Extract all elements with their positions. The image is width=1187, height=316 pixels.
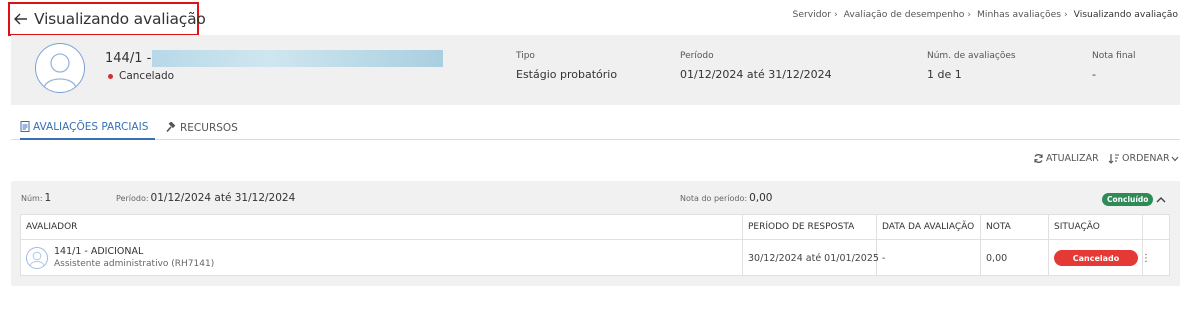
more-options-icon[interactable]: ⋮ <box>1141 254 1151 264</box>
tab-label: RECURSOS <box>180 121 238 134</box>
breadcrumb: Servidor › Avaliação de desempenho › Minha… <box>790 9 1180 20</box>
employee-status-label: Cancelado <box>119 70 175 82</box>
situacao-badge: Cancelado <box>1054 250 1138 266</box>
sort-button[interactable]: ORDENAR <box>1108 153 1181 164</box>
page-title: Visualizando avaliação <box>34 10 206 28</box>
breadcrumb-item-minhas-avaliacoes[interactable]: Minhas avaliações <box>977 9 1061 20</box>
eval-nota-label: Nota do período: <box>680 194 748 203</box>
periodo-value: 01/12/2024 até 31/12/2024 <box>680 68 832 81</box>
sort-icon <box>1108 154 1119 164</box>
breadcrumb-item-avaliacao-desempenho[interactable]: Avaliação de desempenho <box>844 9 965 20</box>
status-dot-icon <box>108 73 113 79</box>
evaluator-info: 141/1 - ADICIONAL Assistente administrat… <box>54 245 214 271</box>
cell-situacao: Cancelado <box>1049 240 1143 276</box>
num-avaliacoes-label: Núm. de avaliações <box>927 51 1016 61</box>
status-badge: Concluído <box>1102 193 1154 206</box>
column-header-avaliador[interactable]: AVALIADOR <box>21 215 743 239</box>
sort-label: ORDENAR <box>1122 153 1170 164</box>
nota-final-value: - <box>1092 68 1096 81</box>
page-title-highlight: Visualizando avaliação <box>8 2 206 36</box>
column-header-data-avaliacao[interactable]: DATA DA AVALIAÇÃO <box>877 215 981 239</box>
evaluator-role: Assistente administrativo (RH7141) <box>54 259 215 269</box>
tipo-label: Tipo <box>516 51 535 61</box>
refresh-icon <box>1034 154 1043 163</box>
cell-periodo-resposta: 30/12/2024 até 01/01/2025 <box>743 240 879 276</box>
employee-id: 144/1 - <box>105 51 152 66</box>
tab-recursos[interactable]: RECURSOS <box>166 115 238 140</box>
column-header-nota[interactable]: NOTA <box>981 215 1049 239</box>
cell-data-avaliacao: - <box>877 240 981 276</box>
gavel-icon <box>166 122 176 133</box>
breadcrumb-item-servidor[interactable]: Servidor <box>792 9 830 20</box>
eval-periodo: Período: 01/12/2024 até 31/12/2024 <box>116 192 295 204</box>
chevron-right-icon: › <box>967 9 972 20</box>
refresh-label: ATUALIZAR <box>1046 153 1099 164</box>
tabs: AVALIAÇÕES PARCIAIS RECURSOS <box>11 115 1180 140</box>
evaluator-name: 141/1 - ADICIONAL <box>54 246 144 257</box>
chevron-up-icon[interactable] <box>1154 193 1168 207</box>
refresh-button[interactable]: ATUALIZAR <box>1033 153 1099 164</box>
tab-label: AVALIAÇÕES PARCIAIS <box>33 120 149 133</box>
avatar <box>35 43 85 93</box>
eval-nota: Nota do período: 0,00 <box>680 192 772 204</box>
chevron-down-icon <box>1171 156 1179 161</box>
cell-nota: 0,00 <box>981 240 1049 276</box>
chevron-right-icon: › <box>833 9 838 20</box>
employee-status: Cancelado <box>108 70 174 82</box>
column-header-situacao[interactable]: SITUAÇÃO <box>1049 215 1143 239</box>
eval-periodo-label: Período: <box>116 194 149 203</box>
avatar <box>26 247 48 269</box>
nota-final-label: Nota final <box>1092 51 1136 61</box>
summary-card: 144/1 - Cancelado Tipo Estágio probatóri… <box>11 35 1180 105</box>
chevron-right-icon: › <box>1064 9 1068 20</box>
periodo-label: Período <box>680 51 714 61</box>
eval-num-value: 1 <box>44 192 52 204</box>
tipo-value: Estágio probatório <box>516 68 618 81</box>
breadcrumb-item-current: Visualizando avaliação <box>1073 9 1178 20</box>
cell-avaliador: 141/1 - ADICIONAL Assistente administrat… <box>21 240 743 276</box>
evaluators-table: AVALIADOR PERÍODO DE RESPOSTA DATA DA AV… <box>20 214 1170 276</box>
arrow-left-icon[interactable] <box>14 12 28 26</box>
eval-num-label: Núm: <box>21 194 43 203</box>
evaluation-panel: Núm: 1 Período: 01/12/2024 até 31/12/2024 … <box>11 181 1180 286</box>
column-header-periodo-resposta[interactable]: PERÍODO DE RESPOSTA <box>743 215 877 239</box>
eval-periodo-value: 01/12/2024 até 31/12/2024 <box>150 192 296 204</box>
tab-avaliacoes-parciais[interactable]: AVALIAÇÕES PARCIAIS <box>20 115 155 140</box>
document-icon <box>20 121 30 132</box>
num-avaliacoes-value: 1 de 1 <box>927 68 962 81</box>
redacted-name <box>152 50 443 67</box>
eval-nota-value: 0,00 <box>749 192 773 204</box>
eval-num: Núm: 1 <box>21 192 51 204</box>
